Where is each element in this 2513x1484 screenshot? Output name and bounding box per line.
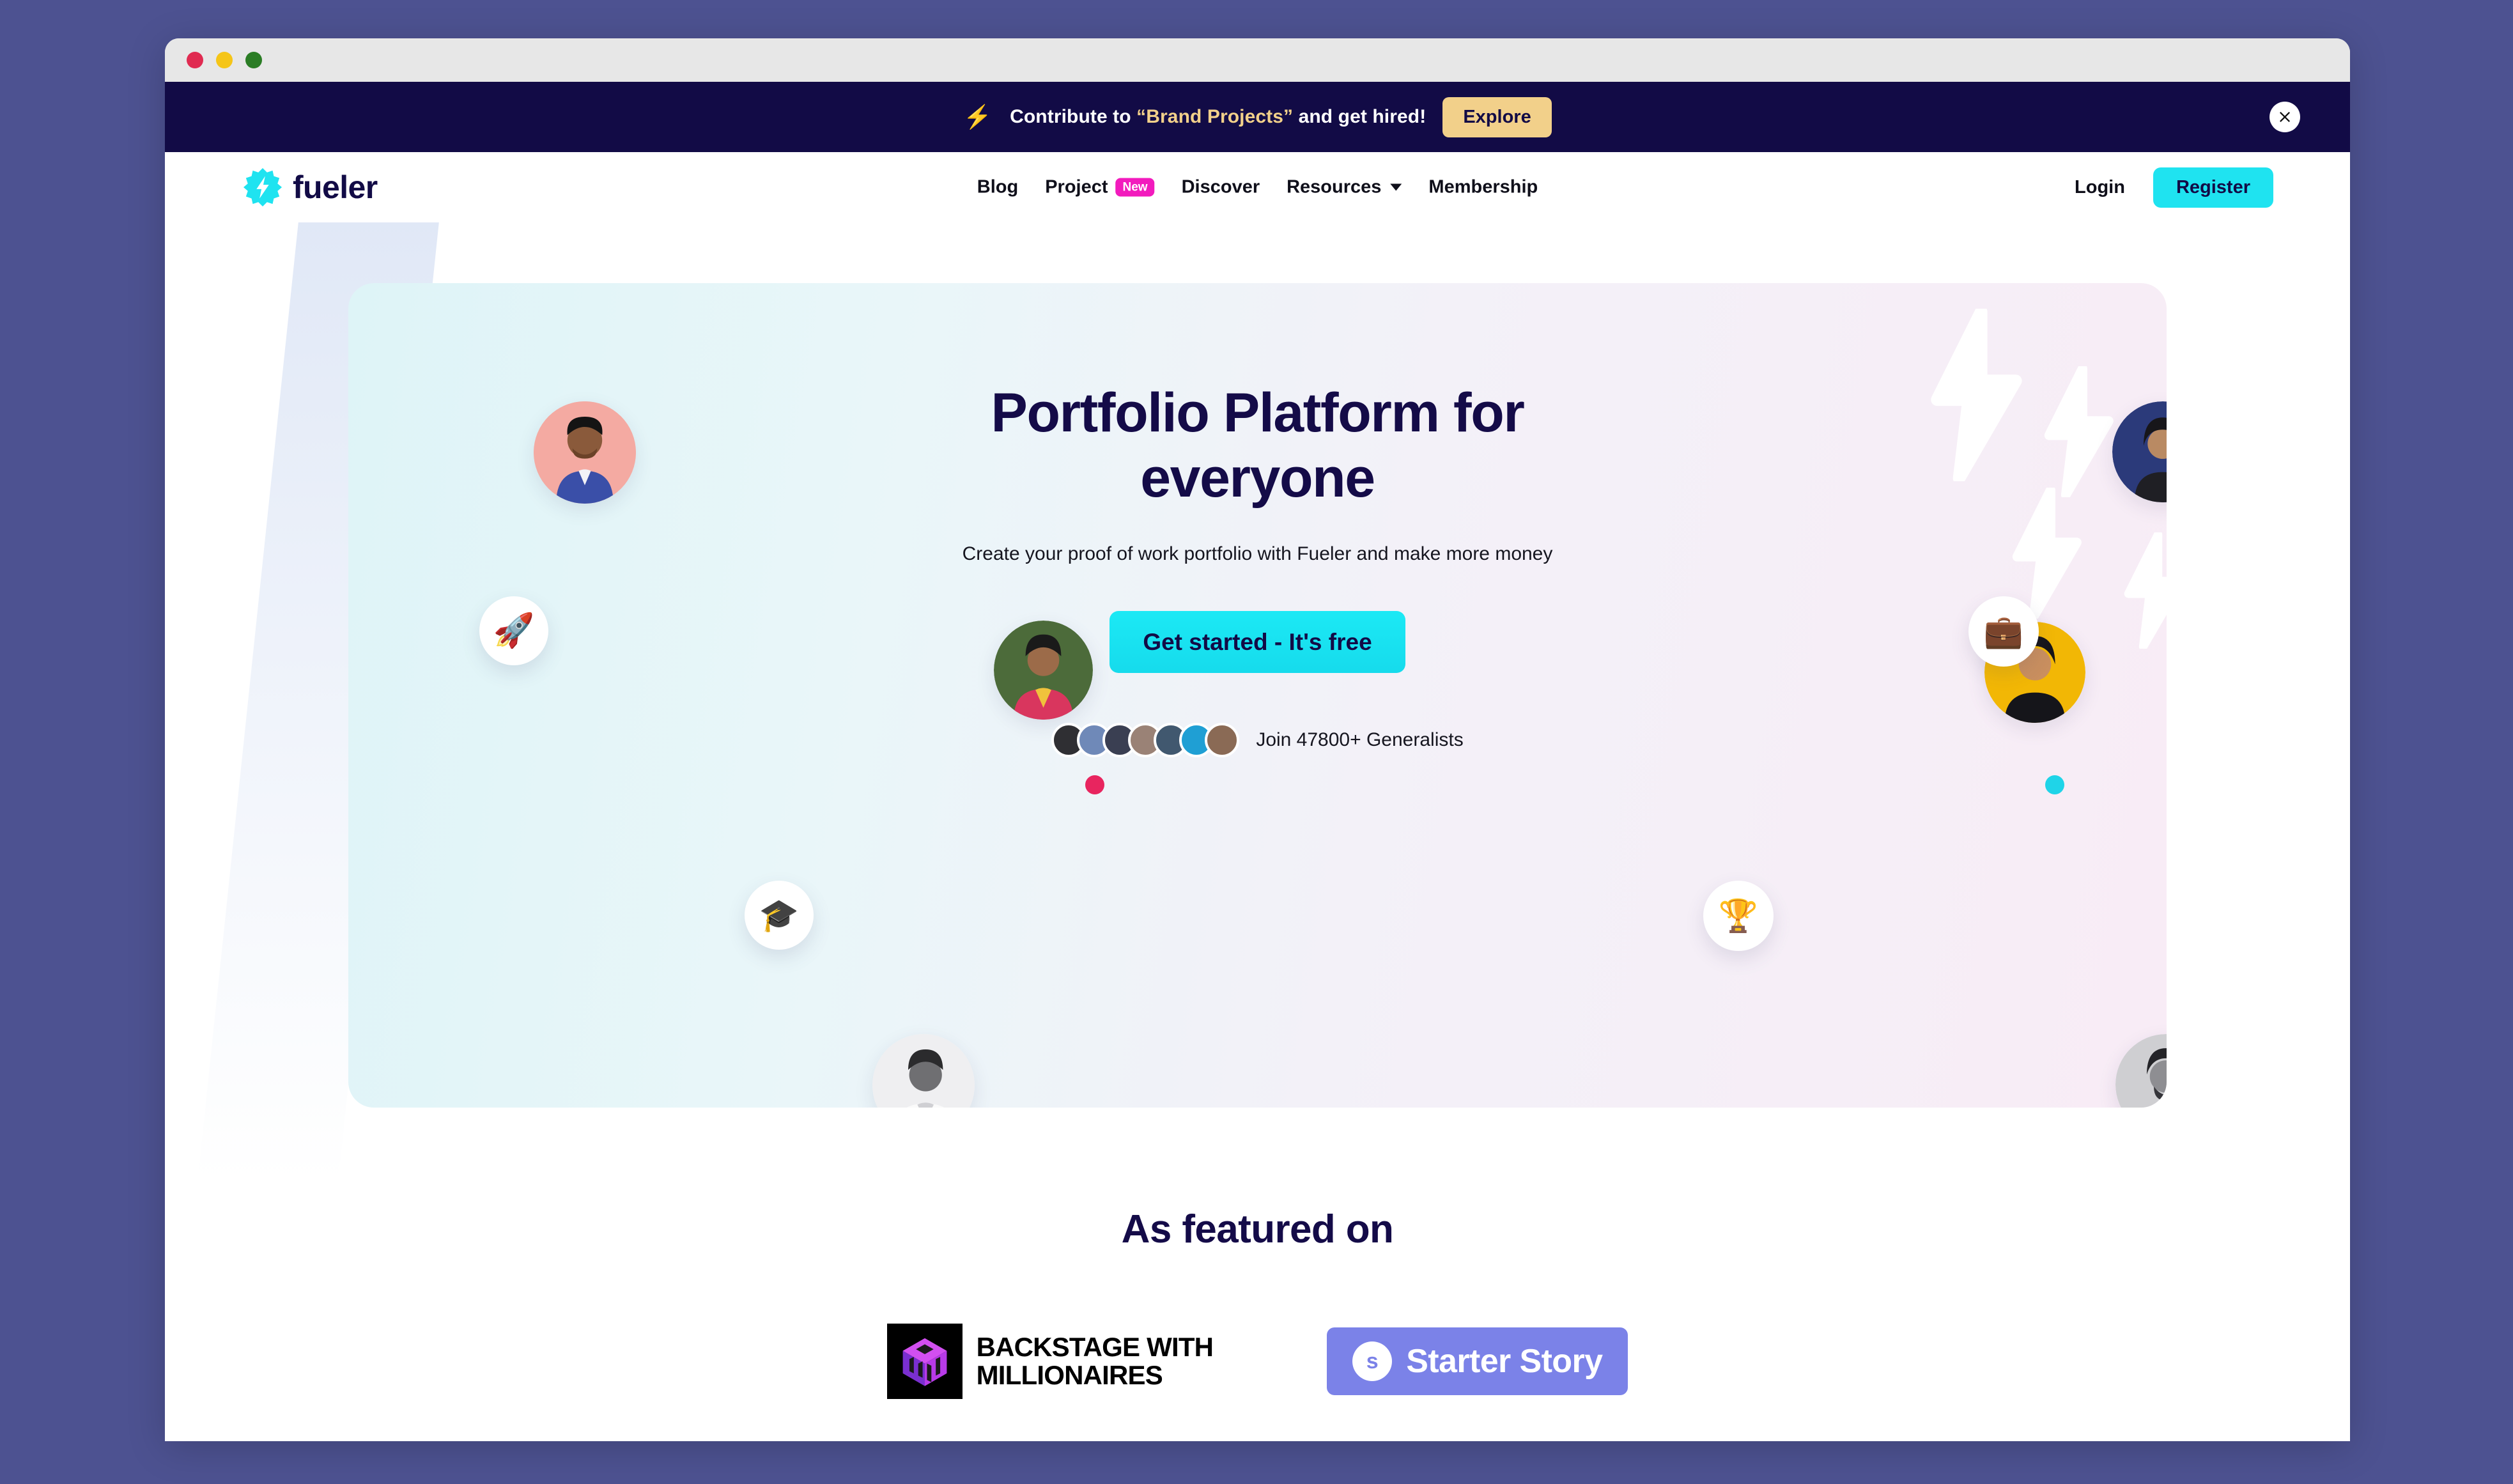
- nav-link-discover-label: Discover: [1181, 176, 1260, 197]
- nav-link-resources-label: Resources: [1287, 176, 1382, 197]
- rocket-badge: 🚀: [479, 596, 548, 665]
- hero-avatar-1: [534, 401, 636, 504]
- fueler-bolt-logo-icon: [243, 167, 282, 207]
- bwm-cube-icon: [886, 1324, 963, 1399]
- promo-banner-content: ⚡ Contribute to “Brand Projects” and get…: [963, 97, 1552, 137]
- avatar-stack: [1051, 722, 1240, 757]
- featured-title: As featured on: [1121, 1207, 1394, 1251]
- social-proof: Join 47800+ Generalists: [778, 722, 1737, 757]
- nav-link-resources[interactable]: Resources: [1287, 177, 1402, 198]
- hero-avatar-6: [2115, 1034, 2167, 1108]
- get-started-button[interactable]: Get started - It's free: [1110, 610, 1405, 673]
- featured-section: As featured on BACKSTAGE WITH MILLIONAIR…: [165, 1207, 2350, 1399]
- backstage-with-millionaires-logo[interactable]: BACKSTAGE WITH MILLIONAIRES: [886, 1324, 1214, 1399]
- starter-story-logo[interactable]: s Starter Story: [1327, 1327, 1628, 1395]
- decorative-bolt-icon-4: [2124, 532, 2167, 649]
- trophy-badge: 🏆: [1703, 881, 1774, 951]
- bwm-wordmark: BACKSTAGE WITH MILLIONAIRES: [977, 1333, 1214, 1389]
- main-navbar: fueler Blog Project New Discover Resourc…: [165, 152, 2350, 222]
- hero-avatar-4: [2112, 401, 2167, 502]
- promo-banner-text: Contribute to “Brand Projects” and get h…: [1010, 106, 1426, 128]
- hero-title-line-2: everyone: [1140, 447, 1375, 509]
- dot-cyan-left: [2045, 775, 2064, 794]
- brand-name: fueler: [293, 169, 378, 205]
- starter-story-mark-icon: s: [1352, 1341, 1393, 1381]
- navbar-auth-actions: Login Register: [2075, 167, 2273, 208]
- hero-subtitle: Create your proof of work portfolio with…: [962, 543, 1553, 564]
- briefcase-icon: 💼: [1983, 614, 2024, 649]
- social-proof-text: Join 47800+ Generalists: [1256, 729, 1464, 750]
- featured-logos: BACKSTAGE WITH MILLIONAIRES s Starter St…: [165, 1324, 2350, 1399]
- browser-window: ⚡ Contribute to “Brand Projects” and get…: [165, 38, 2350, 1441]
- close-banner-button[interactable]: [2269, 102, 2300, 132]
- login-button[interactable]: Login: [2075, 177, 2125, 198]
- decorative-bolt-icon-3: [2012, 488, 2082, 619]
- decorative-bolt-icon-1: [1931, 309, 2022, 481]
- isometric-cube-icon: [902, 1338, 947, 1386]
- nav-link-membership-label: Membership: [1428, 176, 1538, 197]
- hero-avatar-3: [872, 1034, 975, 1108]
- new-badge: New: [1115, 178, 1155, 197]
- hero-section: 🚀 🎓 💼 🏆 Portfolio Platform for everyone: [348, 283, 2167, 1108]
- nav-link-discover[interactable]: Discover: [1182, 177, 1260, 198]
- graduation-cap-icon: 🎓: [759, 897, 800, 933]
- starter-story-label: Starter Story: [1406, 1343, 1603, 1380]
- window-close-button[interactable]: [187, 52, 203, 68]
- page-body: 🚀 🎓 💼 🏆 Portfolio Platform for everyone: [165, 222, 2350, 1441]
- promo-text-before: Contribute to: [1010, 106, 1137, 127]
- chevron-down-icon: [1390, 183, 1402, 191]
- lightning-bolt-icon: ⚡: [963, 104, 993, 130]
- window-zoom-button[interactable]: [245, 52, 262, 68]
- rocket-icon: 🚀: [493, 612, 535, 649]
- close-icon: [2280, 112, 2290, 122]
- promo-banner: ⚡ Contribute to “Brand Projects” and get…: [165, 82, 2350, 152]
- browser-titlebar: [165, 38, 2350, 82]
- bwm-line-1: BACKSTAGE WITH: [976, 1332, 1214, 1363]
- promo-text-highlight: “Brand Projects”: [1136, 106, 1294, 127]
- promo-text-after: and get hired!: [1293, 106, 1427, 127]
- bwm-line-2: MILLIONAIRES: [976, 1360, 1163, 1390]
- register-button[interactable]: Register: [2153, 167, 2273, 208]
- navbar-links: Blog Project New Discover Resources Memb…: [977, 177, 1538, 198]
- nav-link-blog[interactable]: Blog: [977, 177, 1018, 198]
- explore-button[interactable]: Explore: [1442, 97, 1552, 137]
- nav-link-blog-label: Blog: [977, 176, 1019, 197]
- avatar: [1205, 722, 1240, 757]
- briefcase-badge: 💼: [1968, 596, 2039, 667]
- window-minimize-button[interactable]: [216, 52, 233, 68]
- hero-content: Portfolio Platform for everyone Create y…: [778, 380, 1737, 757]
- hero-title: Portfolio Platform for everyone: [778, 380, 1737, 511]
- nav-link-membership[interactable]: Membership: [1428, 177, 1538, 198]
- graduation-badge: 🎓: [745, 881, 814, 950]
- dot-pink: [1085, 775, 1104, 794]
- nav-link-project[interactable]: Project New: [1045, 176, 1155, 198]
- decorative-bolt-icon-2: [2044, 366, 2114, 497]
- hero-title-line-1: Portfolio Platform for: [991, 382, 1525, 444]
- brand-logo[interactable]: fueler: [243, 167, 378, 207]
- trophy-icon: 🏆: [1718, 898, 1759, 934]
- nav-link-project-label: Project: [1045, 176, 1108, 197]
